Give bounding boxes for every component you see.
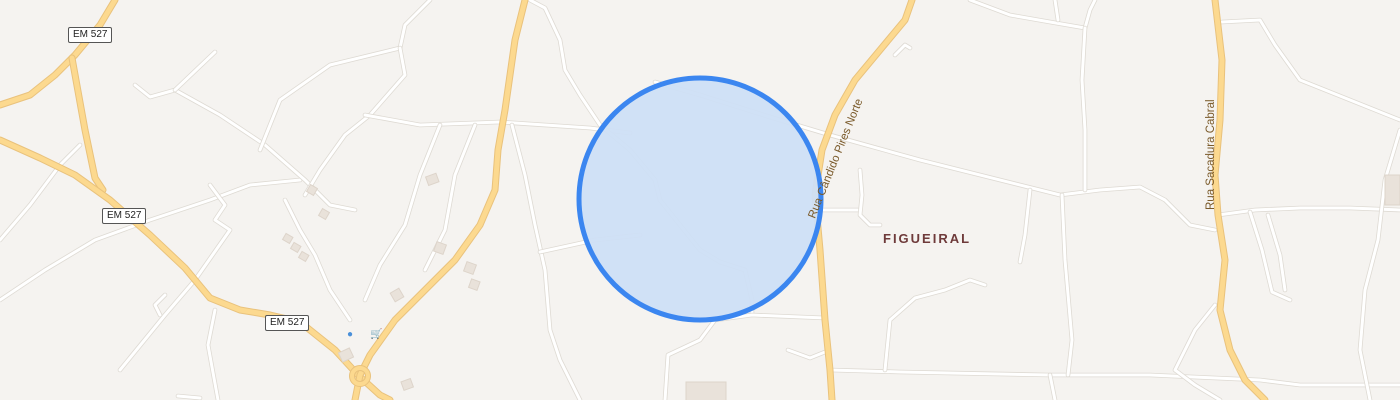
place-label-figueiral: FIGUEIRAL bbox=[883, 231, 972, 246]
street-label-sacadura-cabral: Rua Sacadura Cabral bbox=[1205, 99, 1217, 210]
location-marker[interactable] bbox=[576, 75, 824, 323]
cart-icon[interactable]: 🛒 bbox=[370, 330, 382, 340]
road-shield-em527-top: EM 527 bbox=[68, 27, 113, 43]
road-shield-em527-middle: EM 527 bbox=[102, 208, 147, 224]
road-shield-em527-bottom: EM 527 bbox=[265, 315, 310, 331]
water-icon[interactable]: ● bbox=[347, 330, 353, 340]
map-canvas[interactable] bbox=[0, 0, 1400, 400]
